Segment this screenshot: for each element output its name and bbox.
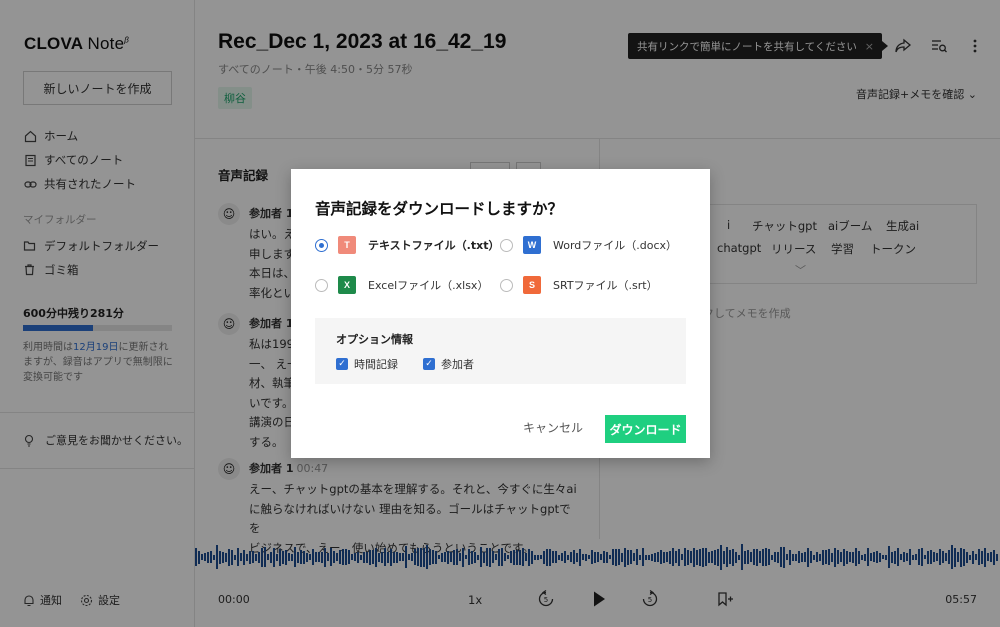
download-button[interactable]: ダウンロード [605,415,686,443]
format-label: Excelファイル（.xlsx） [368,279,489,292]
download-dialog: 音声記録をダウンロードしますか？ T テキストファイル（.txt） W Word… [291,169,710,458]
option-info-panel: オプション情報 ✓ 時間記録 ✓ 参加者 [315,318,686,384]
format-label: SRTファイル（.srt） [553,279,658,292]
checkbox-participants[interactable]: ✓ 参加者 [423,356,474,372]
format-label-text: テキストファイル（.txt） [368,239,500,252]
format-option-xlsx[interactable]: X Excelファイル（.xlsx） [315,276,488,294]
checkbox-label: 参加者 [441,358,474,371]
checkmark-icon[interactable]: ✓ [423,358,435,370]
dialog-title: 音声記録をダウンロードしますか？ [315,200,564,218]
checkmark-icon[interactable]: ✓ [336,358,348,370]
option-info-title: オプション情報 [336,333,413,346]
radio-button[interactable] [315,238,328,252]
format-option-srt[interactable]: S SRTファイル（.srt） [500,276,658,294]
excel-file-icon: X [338,276,356,294]
text-file-icon: T [338,236,356,254]
radio-button[interactable] [500,278,513,292]
format-label: テキストファイル（.txt） [368,237,499,253]
srt-file-icon: S [523,276,541,294]
format-option-txt[interactable]: T テキストファイル（.txt） [315,236,499,254]
checkbox-label: 時間記録 [354,358,398,371]
format-label: Wordファイル（.docx） [553,239,678,252]
checkbox-timestamp[interactable]: ✓ 時間記録 [336,356,398,372]
radio-button[interactable] [315,278,328,292]
cancel-button[interactable]: キャンセル [521,415,585,440]
format-option-docx[interactable]: W Wordファイル（.docx） [500,236,677,254]
word-file-icon: W [523,236,541,254]
radio-button[interactable] [500,238,513,252]
